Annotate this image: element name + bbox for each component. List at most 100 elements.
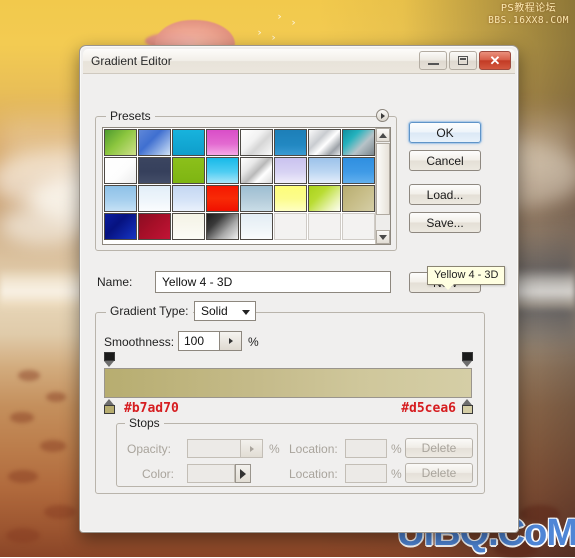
preset-swatch[interactable] xyxy=(240,157,273,184)
bird-icon: › xyxy=(277,12,281,21)
cancel-button[interactable]: Cancel xyxy=(409,150,481,171)
preset-swatch[interactable] xyxy=(172,129,205,156)
preset-swatch[interactable] xyxy=(342,129,375,156)
scrollbar-thumb[interactable] xyxy=(376,143,390,215)
close-button[interactable]: ✕ xyxy=(479,51,511,70)
start-hex-label: #b7ad70 xyxy=(124,401,179,416)
smoothness-unit: % xyxy=(248,335,259,349)
opacity-stop-tip xyxy=(462,361,472,367)
chevron-down-icon xyxy=(242,310,250,315)
watermark-top-line1: PS教程论坛 xyxy=(488,3,569,15)
preset-swatch[interactable] xyxy=(206,157,239,184)
color-stop-right[interactable] xyxy=(462,399,473,414)
preset-swatch[interactable] xyxy=(138,157,171,184)
opacity-label: Opacity: xyxy=(127,442,171,456)
color-stop-square xyxy=(104,405,115,414)
preset-swatch[interactable] xyxy=(308,185,341,212)
preset-swatch[interactable] xyxy=(342,185,375,212)
preset-swatch[interactable] xyxy=(342,157,375,184)
presets-scrollbar[interactable] xyxy=(375,128,390,244)
color-arrow-icon xyxy=(235,464,251,483)
ok-button[interactable]: OK xyxy=(409,122,481,143)
gradient-type-select[interactable]: Solid xyxy=(194,301,256,321)
preset-swatch[interactable] xyxy=(138,129,171,156)
preset-swatch[interactable] xyxy=(206,185,239,212)
footprint xyxy=(18,370,40,381)
color-swatch-icon xyxy=(187,464,235,483)
minimize-button[interactable] xyxy=(419,51,447,70)
preset-swatch[interactable] xyxy=(104,185,137,212)
dialog-titlebar[interactable]: Gradient Editor ✕ xyxy=(83,49,515,74)
preset-swatch[interactable] xyxy=(240,185,273,212)
maximize-icon xyxy=(458,56,468,65)
bird-icon: › xyxy=(291,18,295,27)
preset-swatch[interactable] xyxy=(104,129,137,156)
preset-swatch[interactable] xyxy=(240,213,273,240)
presets-panel xyxy=(102,127,391,245)
preset-swatch[interactable] xyxy=(104,157,137,184)
opacity-stop-square xyxy=(104,352,115,361)
preset-swatch[interactable] xyxy=(138,185,171,212)
preset-swatch[interactable] xyxy=(172,213,205,240)
preset-swatch[interactable] xyxy=(308,129,341,156)
preset-swatch[interactable] xyxy=(138,213,171,240)
preset-swatch[interactable] xyxy=(104,213,137,240)
stops-group: Stops Opacity: % Location: % Delete Colo… xyxy=(116,423,478,487)
name-input[interactable]: Yellow 4 - 3D xyxy=(155,271,391,293)
opacity-stop-left[interactable] xyxy=(104,352,115,367)
preset-swatch[interactable] xyxy=(274,157,307,184)
footprint xyxy=(40,440,66,452)
preset-swatch[interactable] xyxy=(308,157,341,184)
preset-tooltip: Yellow 4 - 3D xyxy=(427,266,505,285)
scroll-up-arrow-icon[interactable] xyxy=(376,128,390,142)
cloud xyxy=(0,205,90,245)
smoothness-input[interactable]: 100 xyxy=(178,331,220,351)
triangle-up xyxy=(379,133,387,138)
preset-swatch[interactable] xyxy=(240,129,273,156)
color-location-input xyxy=(345,464,387,483)
maximize-button[interactable] xyxy=(449,51,477,70)
scroll-down-arrow-icon[interactable] xyxy=(376,230,390,244)
opacity-stop-tip xyxy=(104,361,114,367)
preset-swatch[interactable] xyxy=(206,129,239,156)
preset-menu-icon[interactable] xyxy=(376,109,389,122)
bird-icon: › xyxy=(257,28,261,37)
preset-swatch[interactable] xyxy=(172,185,205,212)
footprint xyxy=(46,392,66,402)
color-stop-left[interactable] xyxy=(104,399,115,414)
footprint xyxy=(6,528,40,543)
gradient-type-value: Solid xyxy=(201,304,228,318)
smoothness-spinner[interactable] xyxy=(220,331,242,351)
footprint xyxy=(44,505,76,519)
color-location-unit: % xyxy=(391,467,402,481)
watermark-top-line2: BBS.16XX8.COM xyxy=(488,15,569,27)
gradient-editor-dialog: Gradient Editor ✕ Presets Yell xyxy=(79,45,519,533)
minimize-icon xyxy=(428,63,439,65)
gradient-type-label: Gradient Type: xyxy=(106,304,193,318)
preset-swatch[interactable] xyxy=(274,185,307,212)
stops-legend: Stops xyxy=(125,416,164,430)
save-button[interactable]: Save... xyxy=(409,212,481,233)
dialog-title: Gradient Editor xyxy=(91,54,172,68)
preset-swatch[interactable] xyxy=(206,213,239,240)
opacity-delete-button: Delete xyxy=(405,438,473,458)
preset-swatch-empty xyxy=(342,213,375,240)
preset-swatch[interactable] xyxy=(274,129,307,156)
preset-swatch[interactable] xyxy=(172,157,205,184)
watermark-top: PS教程论坛 BBS.16XX8.COM xyxy=(488,3,569,27)
color-stop-square xyxy=(462,405,473,414)
opacity-stop-right[interactable] xyxy=(462,352,473,367)
opacity-input xyxy=(187,439,241,458)
triangle-down xyxy=(379,235,387,240)
opacity-location-input xyxy=(345,439,387,458)
color-label: Color: xyxy=(142,467,174,481)
presets-group: Presets xyxy=(95,116,397,251)
load-button[interactable]: Load... xyxy=(409,184,481,205)
opacity-location-unit: % xyxy=(391,442,402,456)
presets-grid[interactable] xyxy=(103,128,375,244)
preset-swatch-empty xyxy=(274,213,307,240)
gradient-preview-bar[interactable] xyxy=(104,368,472,398)
footprint xyxy=(8,470,38,483)
color-location-label: Location: xyxy=(289,467,338,481)
close-icon: ✕ xyxy=(490,54,501,67)
